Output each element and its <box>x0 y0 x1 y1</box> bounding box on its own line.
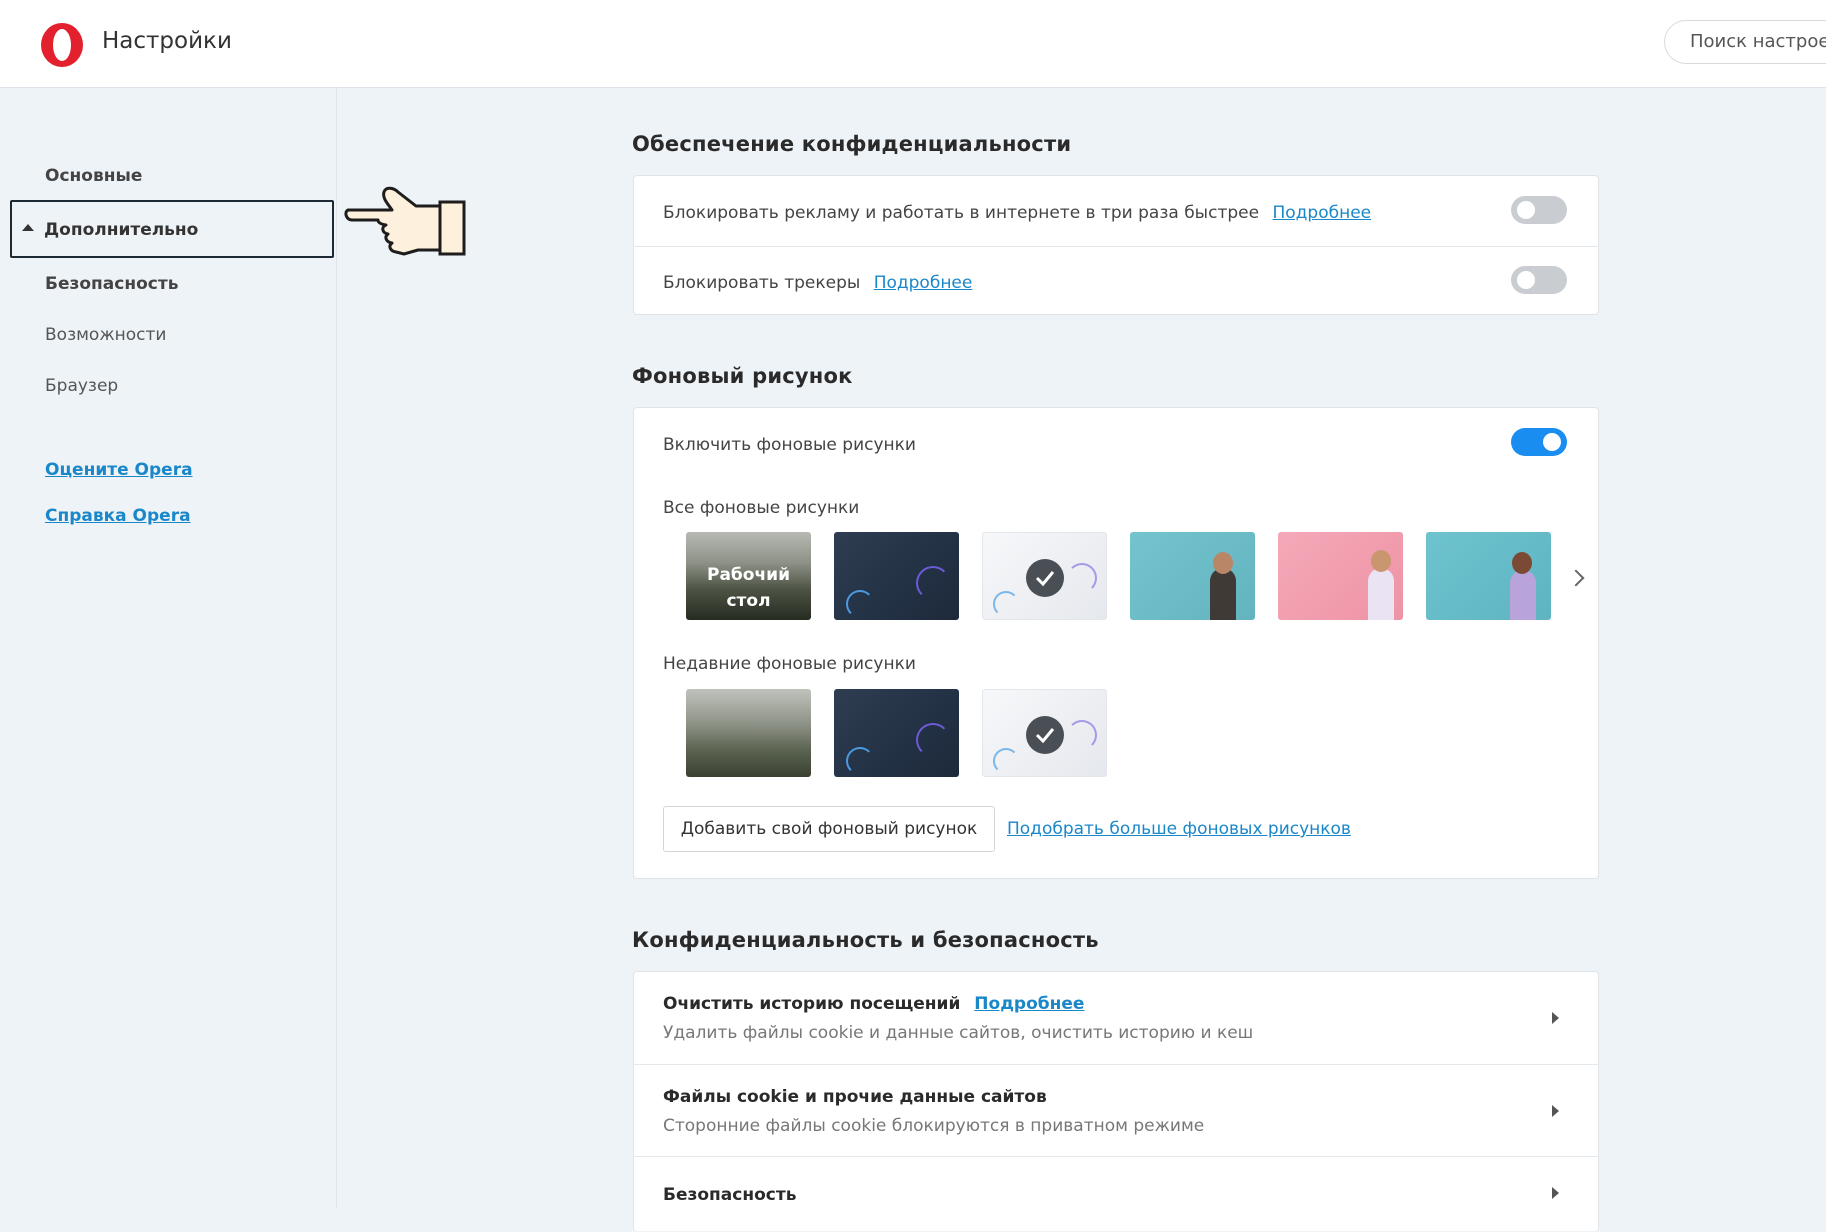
wallpaper-thumb-teal-man[interactable] <box>1130 532 1255 620</box>
sidebar-item-security[interactable]: Безопасность <box>45 274 178 294</box>
clear-history-title-line: Очистить историю посещений Подробнее <box>663 994 1084 1014</box>
sidebar-item-browser[interactable]: Браузер <box>45 376 118 396</box>
sidebar-item-advanced[interactable]: Дополнительно <box>10 200 334 258</box>
wallpaper-thumb-desktop[interactable]: Рабочий стол <box>686 532 811 620</box>
wallpaper-thumb-pink-woman[interactable] <box>1278 532 1403 620</box>
arc-shape <box>846 590 874 618</box>
chevron-right-icon[interactable] <box>1567 569 1585 587</box>
search-input[interactable]: Поиск настроек <box>1664 20 1826 64</box>
person-figure <box>1510 570 1536 620</box>
selected-check-icon <box>1026 716 1064 754</box>
clear-history-title: Очистить историю посещений <box>663 994 961 1014</box>
wallpaper-thumb-light-selected[interactable] <box>982 532 1107 620</box>
recent-thumb-dark[interactable] <box>834 689 959 777</box>
clear-history-more-link[interactable]: Подробнее <box>974 994 1084 1014</box>
person-head <box>1371 550 1391 572</box>
privacy-section-title: Обеспечение конфиденциальности <box>632 132 1072 156</box>
block-trackers-more-link[interactable]: Подробнее <box>874 273 973 293</box>
arc-shape <box>993 748 1019 774</box>
wallpaper-card: Включить фоновые рисунки Все фоновые рис… <box>633 407 1599 879</box>
triangle-right-icon <box>1552 1105 1559 1117</box>
block-ads-more-link[interactable]: Подробнее <box>1272 203 1371 223</box>
rate-opera-link[interactable]: Оцените Opera <box>45 460 193 480</box>
security-section-title: Конфиденциальность и безопасность <box>632 928 1099 952</box>
clear-history-row[interactable]: Очистить историю посещений Подробнее Уда… <box>634 972 1598 1064</box>
arc-shape <box>916 566 950 600</box>
page-title: Настройки <box>102 28 232 54</box>
recent-thumb-light-selected[interactable] <box>982 689 1107 777</box>
cookies-subtitle: Сторонние файлы cookie блокируются в при… <box>663 1116 1205 1136</box>
sidebar: Основные Дополнительно Безопасность Возм… <box>0 88 337 1208</box>
security-row[interactable]: Безопасность <box>634 1157 1598 1232</box>
selected-check-icon <box>1026 559 1064 597</box>
header: Настройки Поиск настроек <box>0 0 1826 88</box>
cookies-row[interactable]: Файлы cookie и прочие данные сайтов Стор… <box>634 1065 1598 1156</box>
wallpaper-section-title: Фоновый рисунок <box>632 364 853 388</box>
triangle-right-icon <box>1552 1187 1559 1199</box>
wallpaper-thumb-teal-woman[interactable] <box>1426 532 1551 620</box>
toggle-knob <box>1517 201 1535 219</box>
sidebar-item-features[interactable]: Возможности <box>45 325 166 345</box>
add-wallpaper-button[interactable]: Добавить свой фоновый рисунок <box>663 806 995 852</box>
arc-shape <box>916 723 950 757</box>
block-trackers-toggle[interactable] <box>1511 266 1567 294</box>
block-trackers-label: Блокировать трекеры <box>663 273 861 293</box>
sidebar-item-basic[interactable]: Основные <box>45 166 142 186</box>
get-more-wallpapers-link[interactable]: Подобрать больше фоновых рисунков <box>1007 819 1351 839</box>
toggle-knob <box>1517 271 1535 289</box>
divider <box>634 246 1598 247</box>
all-wallpapers-label: Все фоновые рисунки <box>663 498 860 518</box>
triangle-up-icon <box>22 224 34 231</box>
privacy-card: Блокировать рекламу и работать в интерне… <box>633 175 1599 315</box>
opera-help-link[interactable]: Справка Opera <box>45 506 191 526</box>
enable-wallpaper-label: Включить фоновые рисунки <box>663 435 916 455</box>
recent-thumb-forest[interactable] <box>686 689 811 777</box>
triangle-right-icon <box>1552 1012 1559 1024</box>
sidebar-item-label: Дополнительно <box>44 220 199 240</box>
block-ads-toggle[interactable] <box>1511 196 1567 224</box>
cookies-title: Файлы cookie и прочие данные сайтов <box>663 1087 1047 1107</box>
enable-wallpaper-toggle[interactable] <box>1511 428 1567 456</box>
arc-shape <box>1067 563 1097 593</box>
block-ads-label: Блокировать рекламу и работать в интерне… <box>663 203 1260 223</box>
person-head <box>1512 552 1532 574</box>
opera-logo-icon <box>41 23 83 67</box>
person-figure <box>1368 568 1394 620</box>
arc-shape <box>1067 720 1097 750</box>
wallpaper-thumb-dark[interactable] <box>834 532 959 620</box>
toggle-knob <box>1543 433 1561 451</box>
security-card: Очистить историю посещений Подробнее Уда… <box>633 971 1599 1231</box>
person-head <box>1213 552 1233 574</box>
security-row-title: Безопасность <box>663 1185 797 1205</box>
arc-shape <box>993 591 1019 617</box>
recent-wallpapers-label: Недавние фоновые рисунки <box>663 654 916 674</box>
block-ads-row: Блокировать рекламу и работать в интерне… <box>663 203 1371 223</box>
clear-history-subtitle: Удалить файлы cookie и данные сайтов, оч… <box>663 1023 1254 1043</box>
desktop-thumb-label: Рабочий стол <box>707 565 790 611</box>
pointing-hand-icon <box>344 186 466 256</box>
person-figure <box>1210 568 1236 620</box>
arc-shape <box>846 747 874 775</box>
block-trackers-row: Блокировать трекеры Подробнее <box>663 273 972 293</box>
